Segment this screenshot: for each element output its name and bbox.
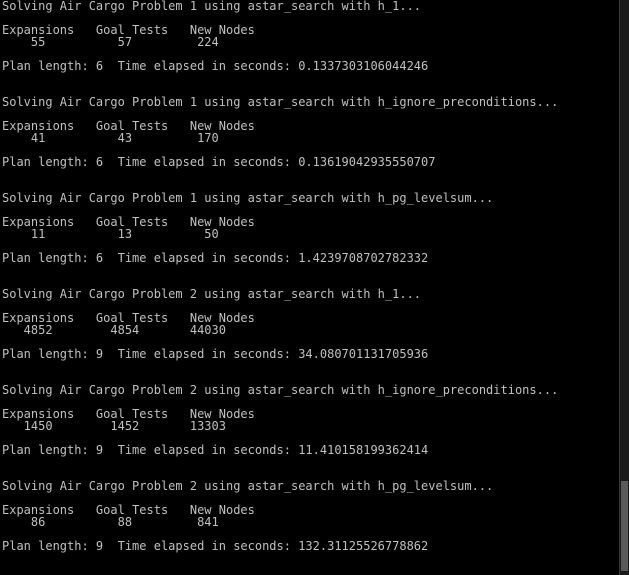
column-values: 1450 1452 13303	[2, 419, 226, 433]
column-values: 41 43 170	[2, 131, 219, 145]
run-heading: Solving Air Cargo Problem 2 using astar_…	[2, 479, 494, 493]
run-heading: Solving Air Cargo Problem 1 using astar_…	[2, 95, 559, 109]
scrollbar-thumb[interactable]	[621, 481, 628, 571]
run-heading: Solving Air Cargo Problem 2 using astar_…	[2, 383, 559, 397]
column-values: 11 13 50	[2, 227, 219, 241]
column-values: 86 88 841	[2, 515, 219, 529]
run-heading: Solving Air Cargo Problem 2 using astar_…	[2, 287, 422, 301]
column-values: 4852 4854 44030	[2, 323, 226, 337]
plan-summary: Plan length: 6 Time elapsed in seconds: …	[2, 251, 429, 265]
plan-summary: Plan length: 6 Time elapsed in seconds: …	[2, 155, 436, 169]
column-values: 55 57 224	[2, 35, 219, 49]
run-heading: Solving Air Cargo Problem 1 using astar_…	[2, 191, 494, 205]
plan-summary: Plan length: 9 Time elapsed in seconds: …	[2, 539, 429, 553]
vertical-scrollbar[interactable]	[619, 0, 629, 575]
plan-summary: Plan length: 6 Time elapsed in seconds: …	[2, 59, 429, 73]
plan-summary: Plan length: 9 Time elapsed in seconds: …	[2, 347, 429, 361]
run-heading: Solving Air Cargo Problem 1 using astar_…	[2, 0, 422, 13]
plan-summary: Plan length: 9 Time elapsed in seconds: …	[2, 443, 429, 457]
console-output: Solving Air Cargo Problem 1 using astar_…	[0, 0, 620, 575]
